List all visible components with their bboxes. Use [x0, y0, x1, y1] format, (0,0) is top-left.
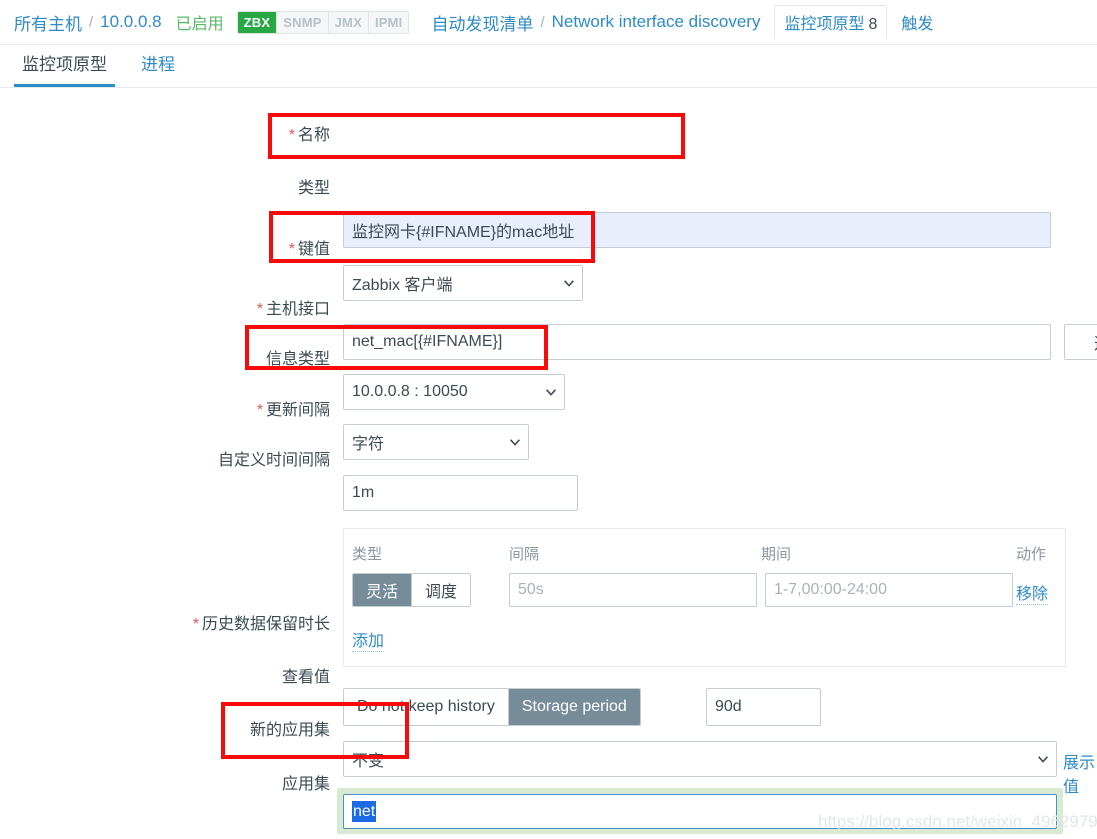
host-interface-label: * 主机接口: [180, 295, 330, 319]
applications-label-text: 应用集: [281, 776, 330, 793]
required-marker: *: [256, 301, 263, 318]
chevron-down-icon: [546, 389, 556, 396]
breadcrumb-discovery-list[interactable]: 自动发现清单: [431, 10, 533, 35]
info-type-label-text: 信息类型: [265, 351, 330, 368]
host-interface-label-text: 主机接口: [265, 301, 330, 318]
tab-item-prototype[interactable]: 监控项原型: [14, 50, 115, 87]
chevron-down-icon: [1038, 756, 1048, 763]
history-mode-storage-period[interactable]: Storage period: [508, 689, 640, 725]
custom-intervals-col-period: 期间: [761, 546, 792, 563]
interval-kind-flexible[interactable]: 灵活: [353, 574, 413, 606]
update-interval-input[interactable]: [343, 475, 578, 511]
protocol-badges: ZBX SNMP JMX IPMI: [236, 10, 410, 34]
add-interval-link[interactable]: 添加: [352, 627, 385, 652]
breadcrumb-host[interactable]: 10.0.0.8: [100, 12, 161, 32]
value-map-label: 查看值: [180, 663, 330, 687]
protocol-badge-jmx[interactable]: JMX: [328, 11, 369, 33]
name-label-text: 名称: [297, 127, 330, 144]
type-label: 类型: [180, 174, 330, 198]
chevron-down-icon: [564, 280, 574, 287]
key-input[interactable]: [343, 324, 1051, 360]
custom-intervals-col-action: 动作: [1016, 546, 1047, 563]
custom-intervals-col-type: 类型: [352, 546, 383, 563]
name-label: * 名称: [180, 121, 330, 145]
tab-bar: 监控项原型 进程: [0, 45, 1097, 88]
remove-interval-link[interactable]: 移除: [1016, 580, 1049, 605]
history-label: * 历史数据保留时长: [120, 610, 330, 634]
breadcrumb-item-prototypes-count: 8: [868, 16, 878, 33]
key-select-button[interactable]: 选择: [1064, 324, 1097, 360]
key-label: * 键值: [180, 235, 330, 259]
interval-kind-scheduling[interactable]: 调度: [412, 574, 471, 606]
required-marker: *: [256, 402, 263, 419]
new-application-label: 新的应用集: [180, 716, 330, 740]
breadcrumb-item-prototypes-label: 监控项原型: [784, 16, 865, 33]
info-type-select[interactable]: 字符: [343, 424, 529, 460]
chevron-down-icon: [510, 439, 520, 446]
custom-intervals-label-text: 自定义时间间隔: [217, 452, 330, 469]
applications-label: 应用集: [180, 770, 330, 794]
custom-intervals-col-interval: 间隔: [509, 546, 540, 563]
new-application-label-text: 新的应用集: [249, 722, 330, 739]
period-input[interactable]: [765, 573, 1013, 607]
interval-input[interactable]: [509, 573, 757, 607]
breadcrumb-all-hosts[interactable]: 所有主机: [14, 10, 82, 35]
breadcrumb-separator-2: /: [540, 13, 545, 31]
required-marker: *: [288, 127, 295, 144]
breadcrumb-discovery-rule[interactable]: Network interface discovery: [552, 12, 761, 32]
key-label-text: 键值: [297, 241, 330, 258]
show-value-link[interactable]: 展示值: [1063, 749, 1097, 797]
value-map-label-text: 查看值: [281, 669, 330, 686]
type-select-value: Zabbix 客户端: [352, 277, 453, 294]
update-interval-label-text: 更新间隔: [265, 402, 330, 419]
protocol-badge-snmp[interactable]: SNMP: [277, 11, 329, 33]
info-type-select-value: 字符: [352, 436, 385, 453]
zabbix-item-prototype-page: 所有主机 / 10.0.0.8 已启用 ZBX SNMP JMX IPMI 自动…: [0, 0, 1097, 839]
host-status-badge: 已启用: [175, 16, 224, 33]
host-interface-select-value: 10.0.0.8 : 10050: [352, 383, 468, 400]
breadcrumb-header: 所有主机 / 10.0.0.8 已启用 ZBX SNMP JMX IPMI 自动…: [0, 0, 1097, 45]
value-map-select[interactable]: 不变: [343, 741, 1057, 777]
custom-intervals-label: 自定义时间间隔: [150, 446, 330, 470]
interval-kind-toggle: 灵活 调度: [352, 573, 472, 607]
annotation-box-name: [268, 113, 685, 159]
history-period-input[interactable]: [706, 688, 821, 726]
breadcrumb-separator-1: /: [89, 13, 94, 31]
protocol-badge-ipmi[interactable]: IPMI: [368, 11, 409, 33]
history-label-text: 历史数据保留时长: [201, 616, 330, 633]
breadcrumb-item-prototypes[interactable]: 监控项原型 8: [774, 5, 888, 39]
tab-process[interactable]: 进程: [133, 50, 183, 87]
type-label-text: 类型: [297, 180, 330, 197]
type-select[interactable]: Zabbix 客户端: [343, 265, 583, 301]
value-map-select-value: 不变: [352, 753, 385, 770]
breadcrumb-trigger-prototypes[interactable]: 触发: [901, 10, 933, 34]
info-type-label: 信息类型: [180, 345, 330, 369]
new-application-selected-text: net: [352, 801, 377, 822]
watermark: https://blog.csdn.net/weixin_49629796: [818, 812, 1097, 831]
history-mode-toggle: Do not keep history Storage period: [343, 688, 641, 726]
protocol-badge-zbx[interactable]: ZBX: [237, 11, 278, 33]
history-mode-do-not-keep[interactable]: Do not keep history: [344, 689, 509, 725]
required-marker: *: [192, 616, 199, 633]
required-marker: *: [288, 241, 295, 258]
host-interface-select[interactable]: 10.0.0.8 : 10050: [343, 374, 565, 410]
update-interval-label: * 更新间隔: [180, 396, 330, 420]
name-input[interactable]: [343, 212, 1051, 248]
